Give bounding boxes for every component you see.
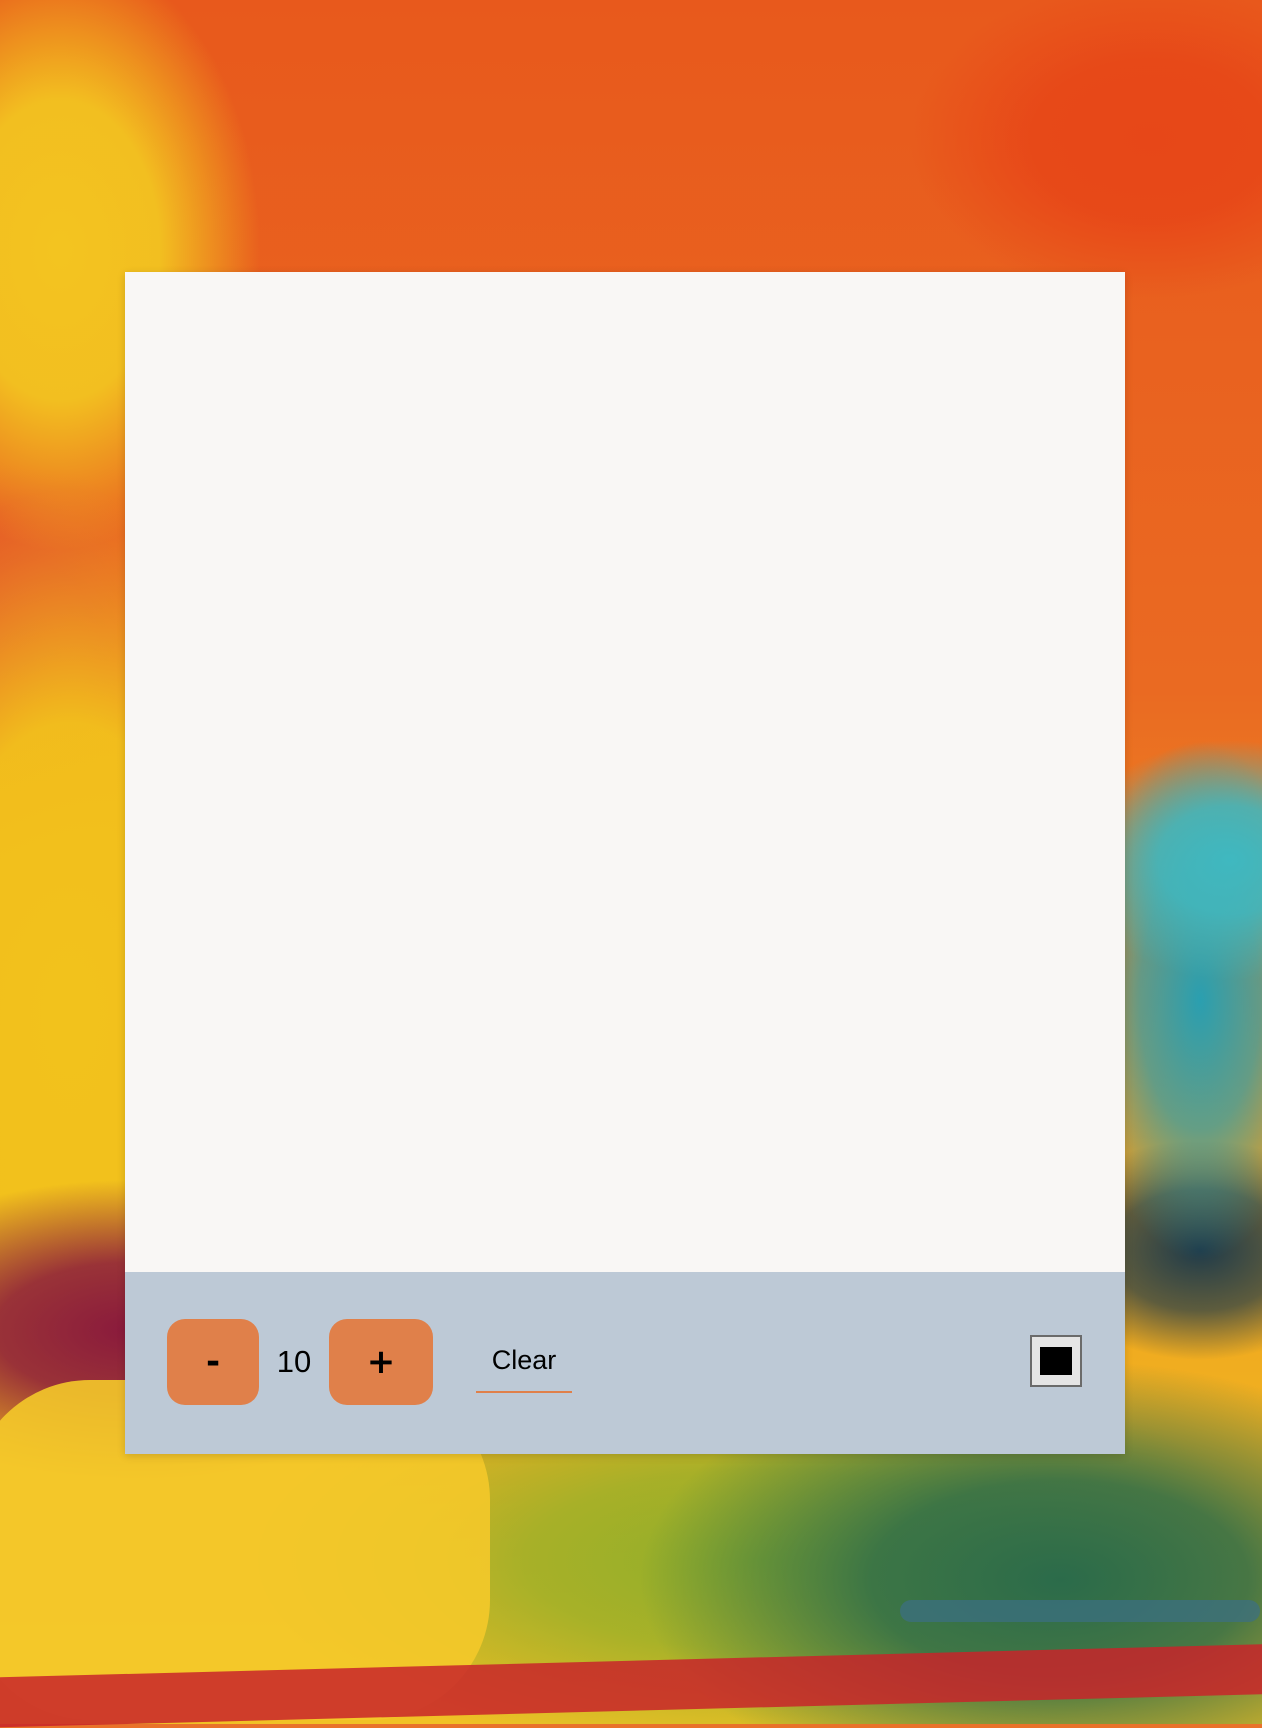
clear-button[interactable]: Clear [476, 1329, 572, 1393]
brush-size-value: 10 [276, 1344, 312, 1379]
color-picker[interactable] [1030, 1335, 1082, 1387]
drawing-app: - 10 + Clear [125, 272, 1125, 1454]
background-paint-stroke [900, 1600, 1260, 1622]
decrease-size-button[interactable]: - [167, 1319, 259, 1405]
toolbar: - 10 + Clear [125, 1272, 1125, 1454]
increase-size-button[interactable]: + [329, 1319, 433, 1405]
color-swatch [1040, 1347, 1072, 1375]
drawing-canvas[interactable] [125, 272, 1125, 1272]
